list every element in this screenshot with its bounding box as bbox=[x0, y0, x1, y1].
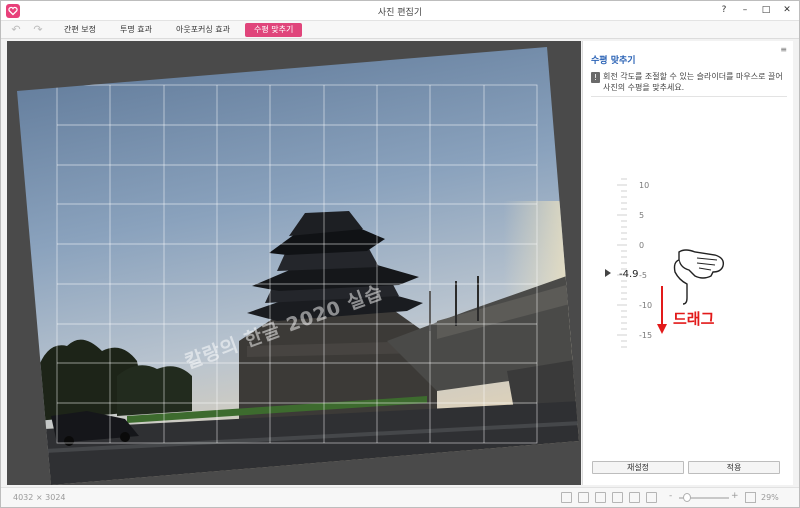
panel-menu-icon[interactable]: ≡ bbox=[780, 45, 787, 54]
image-size-readout: 4032 × 3024 bbox=[13, 493, 66, 502]
status-bar: 4032 × 3024 - + 29% bbox=[1, 487, 799, 507]
slideshow-icon[interactable] bbox=[646, 492, 657, 503]
drag-instruction-label: 드래그 bbox=[673, 310, 715, 328]
apply-button[interactable]: 적용 bbox=[688, 461, 780, 474]
tab-quick-correction[interactable]: 간편 보정 bbox=[55, 23, 105, 37]
window-title: 사진 편집기 bbox=[377, 8, 423, 18]
single-view-icon[interactable] bbox=[595, 492, 606, 503]
tab-straighten[interactable]: 수평 맞추기 bbox=[245, 23, 303, 37]
window-controls: ? – □ ✕ bbox=[718, 4, 793, 17]
redo-icon[interactable]: ↷ bbox=[31, 23, 45, 37]
view-mode-icons bbox=[561, 492, 657, 503]
zoom-fit-icon[interactable] bbox=[745, 492, 756, 503]
title-bar: 사진 편집기 ? – □ ✕ bbox=[1, 1, 799, 21]
zoom-in-icon[interactable]: + bbox=[731, 491, 739, 501]
photo-editor-window: 사진 편집기 ? – □ ✕ ↶ ↷ 간편 보정 투명 효과 아웃포커싱 효과 … bbox=[0, 0, 800, 508]
toolbar: ↶ ↷ 간편 보정 투명 효과 아웃포커싱 효과 수평 맞추기 bbox=[1, 21, 799, 39]
divider bbox=[591, 96, 787, 97]
ruler-pointer-icon bbox=[605, 269, 611, 277]
zoom-slider-thumb[interactable] bbox=[683, 493, 691, 502]
ruler-label: -5 bbox=[639, 271, 647, 280]
maximize-button[interactable]: □ bbox=[760, 4, 772, 17]
info-icon: ! bbox=[591, 72, 600, 83]
panel-title: 수평 맞추기 bbox=[591, 56, 636, 66]
current-angle-value: -4.9 bbox=[619, 269, 639, 280]
ruler-label: 5 bbox=[639, 211, 644, 220]
zoom-out-icon[interactable]: - bbox=[669, 491, 672, 501]
ruler-label: 0 bbox=[639, 241, 644, 250]
undo-icon[interactable]: ↶ bbox=[9, 23, 23, 37]
edit-mode-tabs: 간편 보정 투명 효과 아웃포커싱 효과 수평 맞추기 bbox=[55, 23, 303, 37]
reset-button[interactable]: 재설정 bbox=[592, 461, 684, 474]
help-button[interactable]: ? bbox=[718, 4, 730, 17]
photo-canvas[interactable] bbox=[7, 41, 581, 485]
ruler-label: 10 bbox=[639, 181, 649, 190]
split-view-icon[interactable] bbox=[561, 492, 572, 503]
tab-outfocusing-effect[interactable]: 아웃포커싱 효과 bbox=[167, 23, 239, 37]
zoom-value: 29% bbox=[761, 493, 779, 502]
rotated-photo bbox=[17, 47, 579, 485]
compare-view-icon[interactable] bbox=[578, 492, 589, 503]
tab-transparency-effect[interactable]: 투명 효과 bbox=[111, 23, 161, 37]
close-button[interactable]: ✕ bbox=[781, 4, 793, 17]
minimize-button[interactable]: – bbox=[739, 4, 751, 17]
tip-text: 회전 각도를 조절할 수 있는 슬라이더를 마우스로 끌어 사진의 수평을 맞추… bbox=[603, 72, 783, 92]
original-size-icon[interactable] bbox=[629, 492, 640, 503]
fit-screen-icon[interactable] bbox=[612, 492, 623, 503]
